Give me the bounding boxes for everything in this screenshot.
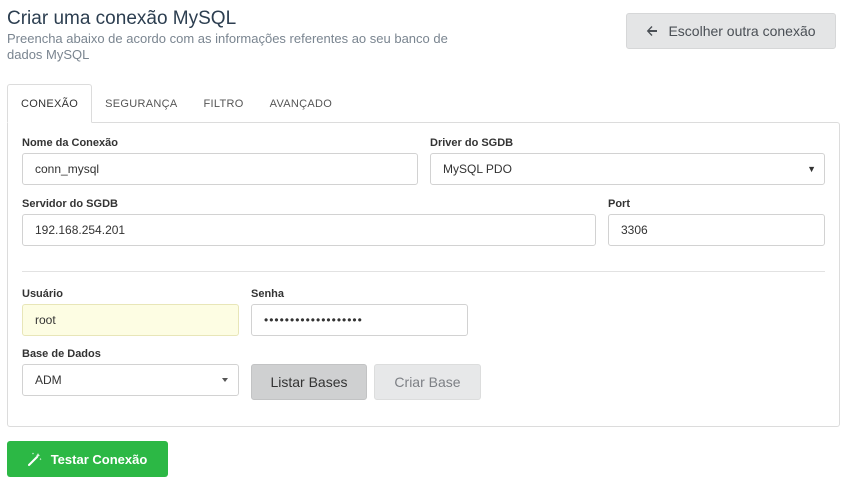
driver-label: Driver do SGDB xyxy=(430,137,514,149)
user-input[interactable]: root xyxy=(22,304,239,336)
tab-seguranca[interactable]: SEGURANÇA xyxy=(92,84,190,123)
list-databases-label: Listar Bases xyxy=(270,374,348,390)
tab-bar: CONEXÃO SEGURANÇA FILTRO AVANÇADO xyxy=(7,84,345,123)
choose-other-connection-label: Escolher outra conexão xyxy=(668,23,816,39)
driver-value: MySQL PDO xyxy=(443,162,512,176)
password-value: ••••••••••••••••••• xyxy=(264,313,363,327)
test-connection-label: Testar Conexão xyxy=(50,451,148,467)
page-subtitle: Preencha abaixo de acordo com as informa… xyxy=(7,31,448,62)
tab-label: FILTRO xyxy=(203,97,244,110)
tab-conexao[interactable]: CONEXÃO xyxy=(7,84,93,123)
password-label: Senha xyxy=(251,288,285,300)
arrow-left-icon xyxy=(647,26,658,36)
connection-form-panel: Nome da Conexão conn_mysql Driver do SGD… xyxy=(7,122,840,427)
connection-name-value: conn_mysql xyxy=(35,162,100,176)
port-label: Port xyxy=(608,198,630,210)
connection-name-label: Nome da Conexão xyxy=(22,137,118,149)
caret-down-icon: ▼ xyxy=(807,164,816,174)
tab-avancado[interactable]: AVANÇADO xyxy=(257,84,346,123)
tab-label: SEGURANÇA xyxy=(105,97,178,110)
port-input[interactable]: 3306 xyxy=(608,214,825,246)
server-value: 192.168.254.201 xyxy=(35,223,126,237)
page-title: Criar uma conexão MySQL xyxy=(7,8,237,29)
create-database-label: Criar Base xyxy=(394,374,461,390)
server-input[interactable]: 192.168.254.201 xyxy=(22,214,596,246)
section-divider xyxy=(22,271,825,272)
server-label: Servidor do SGDB xyxy=(22,198,118,210)
database-label: Base de Dados xyxy=(22,348,101,360)
port-value: 3306 xyxy=(621,223,648,237)
caret-down-icon xyxy=(222,378,228,382)
database-value: ADM xyxy=(35,373,62,387)
database-select[interactable]: ADM xyxy=(22,364,239,396)
user-label: Usuário xyxy=(22,288,63,300)
tab-filtro[interactable]: FILTRO xyxy=(191,84,257,123)
choose-other-connection-button[interactable]: Escolher outra conexão xyxy=(626,13,836,49)
driver-select[interactable]: MySQL PDO ▼ xyxy=(430,153,825,185)
create-database-button[interactable]: Criar Base xyxy=(374,364,481,400)
test-connection-button[interactable]: Testar Conexão xyxy=(7,441,168,477)
tab-label: CONEXÃO xyxy=(21,97,79,110)
password-input[interactable]: ••••••••••••••••••• xyxy=(251,304,468,336)
tab-label: AVANÇADO xyxy=(269,97,333,110)
connection-name-input[interactable]: conn_mysql xyxy=(22,153,418,185)
list-databases-button[interactable]: Listar Bases xyxy=(251,364,367,400)
magic-wand-icon xyxy=(27,452,42,466)
user-value: root xyxy=(35,313,56,327)
